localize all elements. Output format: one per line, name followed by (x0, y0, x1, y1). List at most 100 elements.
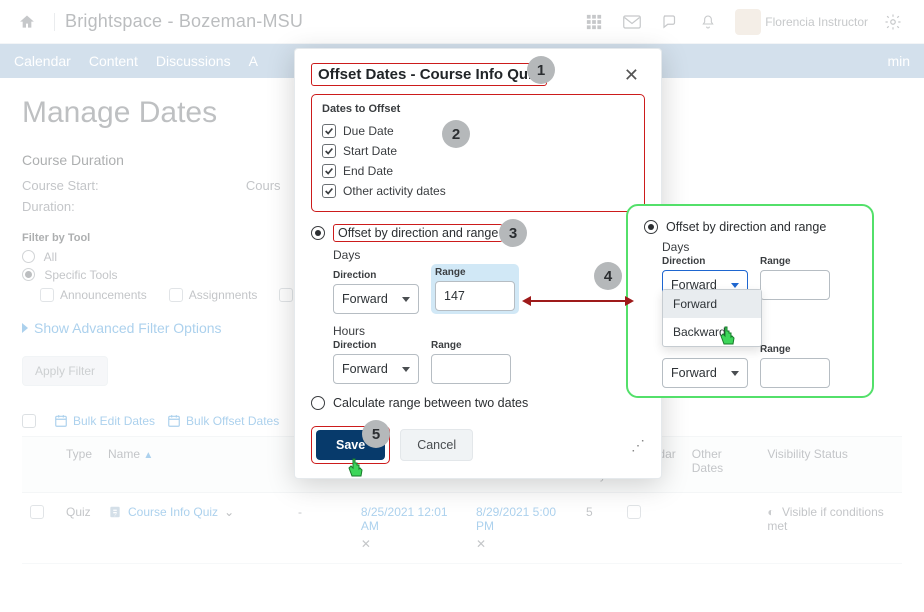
checkbox-end[interactable] (322, 164, 336, 178)
resize-handle-icon[interactable]: ⋰ (631, 437, 645, 454)
days-range-input[interactable] (760, 270, 830, 300)
checkbox-label: End Date (343, 164, 393, 178)
range-label: Range (431, 340, 511, 351)
course-end-label: Cours (246, 178, 281, 193)
item-name-link[interactable]: ? Course Info Quiz ⌄ (108, 505, 282, 519)
calendar-checkbox[interactable] (627, 505, 641, 519)
days-heading: Days (333, 248, 645, 262)
site-title[interactable]: Brightspace - Bozeman-MSU (65, 11, 303, 32)
cell-start[interactable]: 8/25/2021 12:01 AM✕ (353, 493, 468, 564)
tool-label: Announcements (60, 288, 147, 302)
radio-all[interactable] (22, 250, 35, 263)
avatar[interactable] (735, 9, 761, 35)
calc-between-label: Calculate range between two dates (333, 396, 528, 410)
nav-item[interactable]: Content (89, 53, 138, 69)
tool-checkbox[interactable] (169, 288, 183, 302)
gear-icon[interactable] (880, 9, 906, 35)
hours-range-input[interactable] (431, 354, 511, 384)
col-type[interactable]: Type (58, 437, 100, 493)
radio-specific-label: Specific Tools (44, 268, 117, 282)
dialog-title: Offset Dates - Course Info Quiz (311, 63, 547, 86)
chevron-down-icon (731, 283, 739, 288)
days-heading: Days (662, 240, 856, 254)
col-vis[interactable]: Visibility Status (759, 437, 902, 493)
radio-icon (311, 226, 325, 240)
tool-checkbox[interactable] (40, 288, 54, 302)
checkbox-label: Due Date (343, 124, 394, 138)
col-name[interactable]: Name (108, 447, 140, 461)
cell-due: - (290, 493, 353, 564)
bulk-offset-label: Bulk Offset Dates (186, 414, 279, 428)
select-all-checkbox[interactable] (22, 414, 36, 428)
direction-dropdown-menu: Forward Backward (662, 289, 762, 347)
bulk-edit-label: Bulk Edit Dates (73, 414, 155, 428)
step-badge: 4 (594, 262, 622, 290)
days-direction-select[interactable]: Forward (333, 284, 419, 314)
radio-all-label: All (44, 250, 57, 264)
checkbox-due[interactable] (322, 124, 336, 138)
table-row: Quiz ? Course Info Quiz ⌄ - 8/25/2021 12… (22, 493, 902, 564)
apply-filter-button[interactable]: Apply Filter (22, 356, 108, 386)
nav-trailing[interactable]: min (887, 53, 910, 69)
nav-item[interactable]: Calendar (14, 53, 71, 69)
cell-type: Quiz (58, 493, 100, 564)
advanced-filter-label: Show Advanced Filter Options (34, 320, 222, 336)
user-name[interactable]: Florencia Instructor (765, 15, 868, 29)
item-name-label: Course Info Quiz (128, 505, 218, 519)
cell-vis: ◐ Visible if conditions met (759, 493, 902, 564)
bell-icon[interactable] (695, 9, 721, 35)
dropdown-option-forward[interactable]: Forward (663, 290, 761, 318)
close-icon[interactable]: ✕ (618, 64, 645, 86)
radio-icon (644, 220, 658, 234)
home-icon[interactable] (18, 13, 36, 31)
nav-item[interactable]: Discussions (156, 53, 231, 69)
nav-item[interactable]: A (249, 53, 258, 69)
chevron-down-icon (402, 367, 410, 372)
tool-label: Assignments (189, 288, 258, 302)
header-bar: Brightspace - Bozeman-MSU Florencia Inst… (0, 0, 924, 44)
direction-dropdown-callout: Offset by direction and range Days Direc… (626, 204, 874, 398)
hours-heading: Hours (333, 324, 645, 338)
direction-label: Direction (662, 256, 748, 267)
tool-checkbox[interactable] (279, 288, 293, 302)
checkbox-label: Start Date (343, 144, 397, 158)
step-badge: 2 (442, 120, 470, 148)
offset-by-direction-radio[interactable]: Offset by direction and range (311, 224, 645, 242)
hours-direction-select[interactable]: Forward (662, 358, 748, 388)
cell-end[interactable]: 8/29/2021 5:00 PM✕ (468, 493, 578, 564)
clear-icon[interactable]: ✕ (476, 537, 570, 551)
chat-icon[interactable] (657, 9, 683, 35)
dropdown-option-backward[interactable]: Backward (663, 318, 761, 346)
step-badge: 3 (499, 219, 527, 247)
mail-icon[interactable] (619, 9, 645, 35)
range-label: Range (760, 256, 830, 267)
checkbox-other[interactable] (322, 184, 336, 198)
direction-label: Direction (333, 270, 419, 281)
chevron-down-icon (731, 371, 739, 376)
annotation-arrow (524, 300, 632, 302)
chevron-down-icon[interactable]: ⌄ (224, 505, 234, 519)
cell-days: 5 (578, 493, 619, 564)
direction-label: Direction (333, 340, 419, 351)
divider (54, 13, 55, 31)
hours-direction-select[interactable]: Forward (333, 354, 419, 384)
duration-label: Duration: (22, 199, 75, 214)
calc-between-radio[interactable]: Calculate range between two dates (311, 396, 645, 410)
radio-specific[interactable] (22, 268, 35, 281)
clear-icon[interactable]: ✕ (361, 537, 460, 551)
days-range-input[interactable]: 147 (435, 281, 515, 311)
bulk-edit-link[interactable]: Bulk Edit Dates (54, 414, 155, 428)
radio-icon (311, 396, 325, 410)
apps-grid-icon[interactable] (581, 9, 607, 35)
visibility-icon: ◐ (767, 505, 774, 519)
bulk-offset-link[interactable]: Bulk Offset Dates (167, 414, 279, 428)
offset-by-label: Offset by direction and range (666, 220, 826, 234)
col-other[interactable]: Other Dates (684, 437, 760, 493)
dates-to-offset-group: Dates to Offset Due Date Start Date End … (311, 94, 645, 212)
course-start-label: Course Start: (22, 178, 99, 193)
hours-range-input[interactable] (760, 358, 830, 388)
row-checkbox[interactable] (30, 505, 44, 519)
cancel-button[interactable]: Cancel (400, 429, 473, 461)
checkbox-start[interactable] (322, 144, 336, 158)
step-badge: 1 (527, 56, 555, 84)
